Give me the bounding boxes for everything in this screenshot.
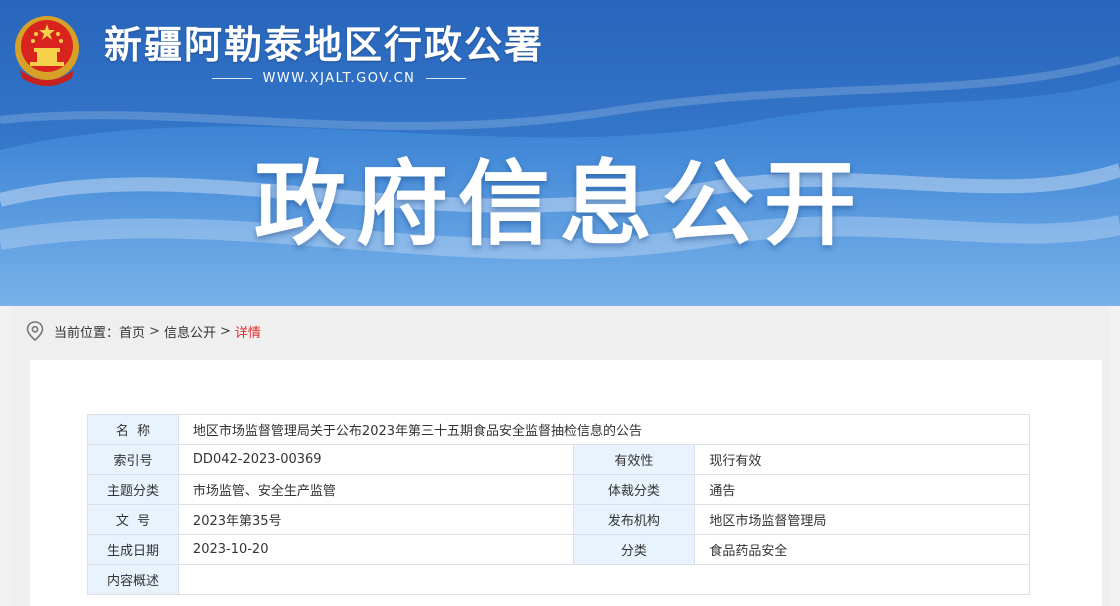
issuer-value: 地区市场监督管理局 [694,504,1030,535]
table-row: 名 称 地区市场监督管理局关于公布2023年第三十五期食品安全监督抽检信息的公告 [87,414,1031,445]
genre-value: 通告 [694,474,1030,505]
docno-label: 文 号 [87,504,179,535]
breadcrumb-separator: > [149,323,160,339]
validity-label: 有效性 [572,444,696,475]
name-value: 地区市场监督管理局关于公布2023年第三十五期食品安全监督抽检信息的公告 [177,414,1031,445]
info-table: 名 称 地区市场监督管理局关于公布2023年第三十五期食品安全监督抽检信息的公告… [87,414,1031,595]
header-banner: 新疆阿勒泰地区行政公署 WWW.XJALT.GOV.CN 政府信息公开 [0,0,1120,306]
hero-title: 政府信息公开 [253,151,866,258]
topic-value: 市场监管、安全生产监管 [177,474,574,505]
summary-label: 内容概述 [87,564,179,595]
issuer-label: 发布机构 [572,504,696,535]
site-url: WWW.XJALT.GOV.CN [262,70,416,86]
topic-label: 主题分类 [87,474,179,505]
date-label: 生成日期 [87,534,179,565]
table-row: 索引号 DD042-2023-00369 有效性 现行有效 [87,444,1030,475]
table-row: 文 号 2023年第35号 发布机构 地区市场监督管理局 [87,504,1030,535]
breadcrumb-info-link[interactable]: 信息公开 [164,322,216,341]
table-row: 内容概述 [87,564,1031,595]
breadcrumb: 当前位置： 首页 > 信息公开 > 详情 [26,320,261,342]
name-label: 名 称 [87,414,179,445]
date-value: 2023-10-20 [177,534,574,565]
national-emblem-icon [15,16,79,86]
site-url-row: WWW.XJALT.GOV.CN [212,68,466,88]
index-value: DD042-2023-00369 [177,444,574,475]
category-value: 食品药品安全 [694,534,1030,565]
content-area: 名 称 地区市场监督管理局关于公布2023年第三十五期食品安全监督抽检信息的公告… [30,360,1102,606]
summary-value [177,564,1031,595]
breadcrumb-prefix: 当前位置： [54,325,120,341]
breadcrumb-home-link[interactable]: 首页 [119,322,145,341]
divider [212,77,252,79]
table-row: 主题分类 市场监管、安全生产监管 体裁分类 通告 [87,474,1030,505]
genre-label: 体裁分类 [572,474,696,505]
main-panel: 当前位置： 首页 > 信息公开 > 详情 名 称 地区市场监督管理局关于公布20… [12,306,1110,606]
breadcrumb-current: 详情 [234,325,261,341]
breadcrumb-separator: > [219,323,231,339]
divider [425,77,466,79]
location-pin-icon [26,321,44,341]
table-row: 生成日期 2023-10-20 分类 食品药品安全 [87,534,1030,565]
index-label: 索引号 [87,444,179,475]
category-label: 分类 [572,534,696,565]
site-title: 新疆阿勒泰地区行政公署 [104,23,545,67]
docno-value: 2023年第35号 [177,504,574,535]
validity-value: 现行有效 [694,444,1030,475]
